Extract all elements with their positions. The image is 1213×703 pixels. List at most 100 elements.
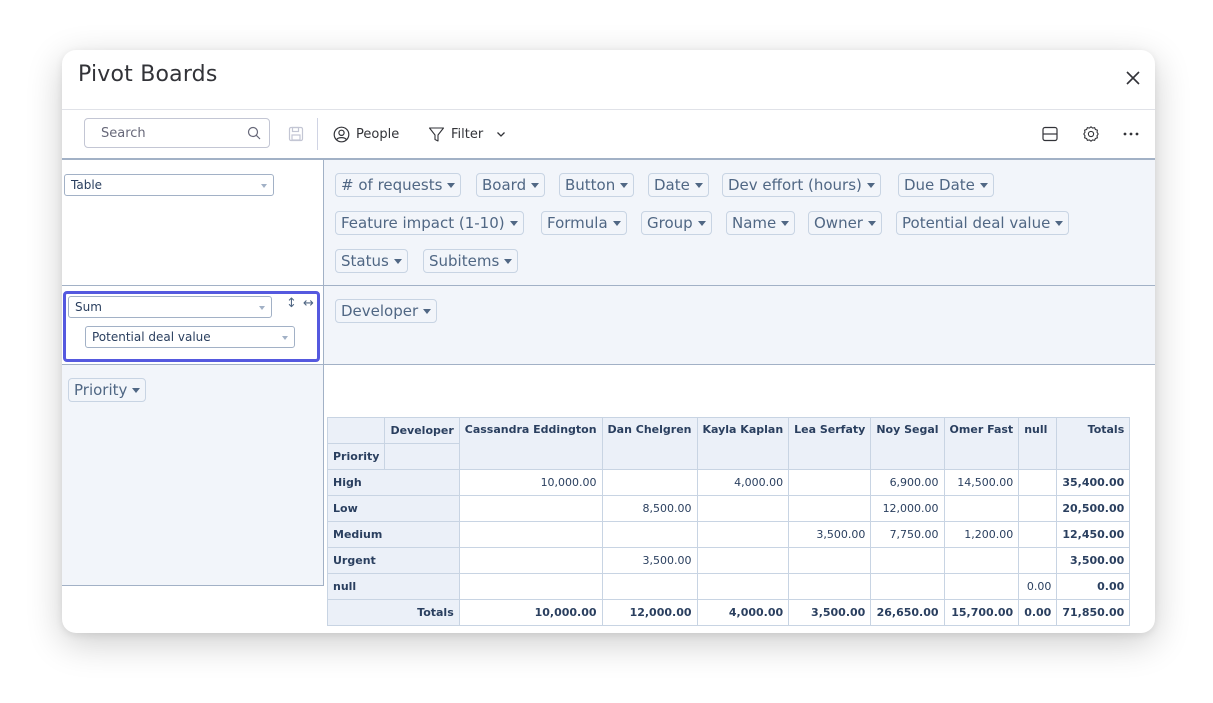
table-cell[interactable] [458, 521, 603, 548]
row-total-cell[interactable]: 20,500.00 [1056, 495, 1131, 522]
grand-total-cell[interactable]: 71,850.00 [1056, 599, 1131, 626]
pivot-bottom-border [62, 585, 324, 586]
attr-chip[interactable]: Due Date [898, 173, 994, 197]
attr-chip[interactable]: Name [726, 211, 796, 235]
attr-chip[interactable]: Status [335, 249, 408, 273]
search-box[interactable] [84, 118, 270, 148]
table-cell[interactable]: 8,500.00 [601, 495, 698, 522]
table-cell[interactable] [696, 495, 790, 522]
table-cell[interactable] [788, 469, 872, 496]
attr-chip[interactable]: Button [559, 173, 635, 197]
toolbar-separator [317, 118, 318, 150]
save-icon[interactable] [288, 126, 304, 142]
chevron-down-icon [979, 183, 988, 188]
attr-chip[interactable]: Owner [808, 211, 882, 235]
table-cell[interactable] [1018, 521, 1058, 548]
row-total-cell[interactable]: 0.00 [1056, 573, 1131, 600]
renderer-select[interactable]: Table [64, 174, 274, 196]
table-cell[interactable] [458, 573, 603, 600]
table-cell[interactable] [1018, 495, 1058, 522]
col-header: Dan Chelgren [601, 417, 698, 470]
col-total-cell[interactable]: 10,000.00 [458, 599, 603, 626]
pivot-divider-2 [62, 364, 1155, 365]
row-header: null [327, 573, 460, 600]
table-cell[interactable] [788, 495, 872, 522]
row-total-cell[interactable]: 3,500.00 [1056, 547, 1131, 574]
attr-label: Potential deal value [902, 214, 1051, 232]
table-cell[interactable]: 14,500.00 [943, 469, 1020, 496]
col-total-cell[interactable]: 26,650.00 [870, 599, 945, 626]
people-button[interactable]: People [333, 123, 399, 145]
table-cell[interactable]: 3,500.00 [788, 521, 872, 548]
row-attr-chip[interactable]: Priority [68, 378, 147, 402]
table-cell[interactable]: 3,500.00 [601, 547, 698, 574]
row-total-cell[interactable]: 12,450.00 [1056, 521, 1131, 548]
gear-icon[interactable] [1082, 125, 1100, 143]
chevron-down-icon [867, 221, 876, 226]
table-cell[interactable] [943, 573, 1020, 600]
chevron-down-icon [612, 221, 621, 226]
row-header: High [327, 469, 460, 496]
people-label: People [356, 126, 400, 142]
table-cell[interactable] [943, 547, 1020, 574]
row-header: Medium [327, 521, 460, 548]
table-cell[interactable] [458, 495, 603, 522]
attr-chip[interactable]: Dev effort (hours) [722, 173, 881, 197]
col-attr-label: Developer [341, 302, 419, 320]
table-cell[interactable]: 4,000.00 [696, 469, 790, 496]
more-horizontal-icon[interactable] [1122, 125, 1140, 143]
col-total-cell[interactable]: 3,500.00 [788, 599, 872, 626]
table-cell[interactable] [696, 573, 790, 600]
table-cell[interactable] [601, 573, 698, 600]
chevron-down-icon [132, 388, 141, 393]
col-total-cell[interactable]: 15,700.00 [943, 599, 1020, 626]
attr-chip[interactable]: Subitems [423, 249, 519, 273]
row-header: Urgent [327, 547, 460, 574]
totals-row: Totals 10,000.00 12,000.00 4,000.00 3,50… [327, 599, 1131, 626]
col-header: Omer Fast [943, 417, 1020, 470]
table-cell[interactable] [696, 521, 790, 548]
table-cell[interactable]: 0.00 [1018, 573, 1058, 600]
table-cell[interactable] [601, 469, 698, 496]
close-icon[interactable] [1123, 68, 1143, 88]
table-cell[interactable]: 1,200.00 [943, 521, 1020, 548]
table-cell[interactable] [943, 495, 1020, 522]
filter-button[interactable]: Filter [428, 123, 507, 145]
table-cell[interactable] [1018, 469, 1058, 496]
table-cell[interactable] [601, 521, 698, 548]
attr-chip[interactable]: # of requests [335, 173, 462, 197]
col-total-cell[interactable]: 0.00 [1018, 599, 1058, 626]
pivot-top-border [62, 158, 1155, 160]
col-total-cell[interactable]: 12,000.00 [601, 599, 698, 626]
table-cell[interactable]: 7,750.00 [870, 521, 945, 548]
col-attributes-area [324, 286, 1155, 365]
table-cell[interactable] [458, 547, 603, 574]
attr-chip[interactable]: Potential deal value [896, 211, 1070, 235]
search-input[interactable] [85, 119, 251, 147]
col-attr-chip[interactable]: Developer [335, 299, 438, 323]
col-header: null [1018, 417, 1058, 470]
attr-chip[interactable]: Formula [541, 211, 627, 235]
table-cell[interactable] [696, 547, 790, 574]
table-cell[interactable]: 12,000.00 [870, 495, 945, 522]
chevron-down-icon [423, 309, 432, 314]
table-cell[interactable]: 6,900.00 [870, 469, 945, 496]
chevron-down-icon [393, 259, 402, 264]
table-cell[interactable] [1018, 547, 1058, 574]
layout-icon[interactable] [1041, 125, 1059, 143]
attr-chip[interactable]: Board [476, 173, 546, 197]
attr-chip[interactable]: Group [641, 211, 712, 235]
table-cell[interactable] [788, 573, 872, 600]
table-cell[interactable]: 10,000.00 [458, 469, 603, 496]
row-total-cell[interactable]: 35,400.00 [1056, 469, 1131, 496]
attr-label: Button [565, 176, 616, 194]
attr-chip[interactable]: Date [648, 173, 709, 197]
table-header-row: Developer Cassandra Eddington Dan Chelgr… [326, 417, 1131, 470]
col-header: Noy Segal [870, 417, 945, 470]
attr-label: Board [482, 176, 527, 194]
table-cell[interactable] [788, 547, 872, 574]
attr-chip[interactable]: Feature impact (1-10) [335, 211, 524, 235]
table-cell[interactable] [870, 573, 945, 600]
col-total-cell[interactable]: 4,000.00 [696, 599, 790, 626]
table-cell[interactable] [870, 547, 945, 574]
